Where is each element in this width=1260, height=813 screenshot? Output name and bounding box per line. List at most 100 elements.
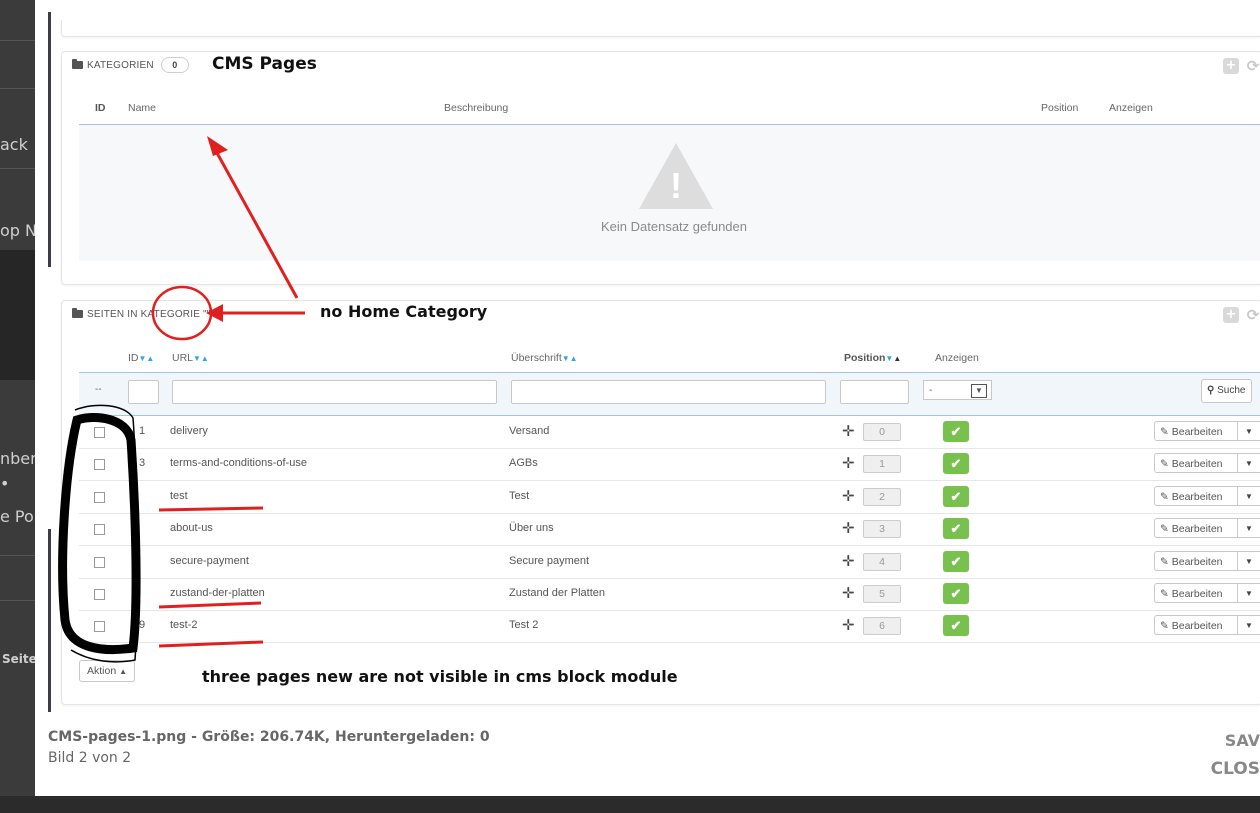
row-heading: Test [509,489,530,502]
categories-panel-header: KATEGORIEN 0 [72,52,189,78]
table-row[interactable]: about-us Über uns ✛ 3 ✔ ✎ Bearbeiten ▼ [79,513,1260,547]
edit-button[interactable]: ✎ Bearbeiten [1154,453,1238,474]
bulk-action-button[interactable]: Aktion ▲ [79,660,136,682]
drag-move-icon[interactable]: ✛ [842,552,855,570]
bg-divider [0,600,36,601]
add-icon[interactable]: + [1223,58,1239,74]
drag-move-icon[interactable]: ✛ [842,584,855,602]
table-row[interactable]: 3 terms-and-conditions-of-use AGBs ✛ 1 ✔ ✎ Bea… [79,448,1260,482]
row-id: 1 [139,425,146,437]
status-enabled-check-icon[interactable]: ✔ [943,583,969,604]
table-row[interactable]: secure-payment Secure payment ✛ 4 ✔ ✎ Bearbei… [79,546,1260,579]
drag-move-icon[interactable]: ✛ [842,422,855,440]
table-row[interactable]: 1 delivery Versand ✛ 0 ✔ ✎ Bearbeiten ▼ [79,416,1260,449]
pages-panel-title: SEITEN IN KATEGORIE "" [87,308,211,320]
bg-divider [0,88,36,89]
pencil-icon: ✎ [1160,588,1169,600]
filter-id-input[interactable] [128,380,159,404]
status-enabled-check-icon[interactable]: ✔ [943,453,969,475]
pencil-icon: ✎ [1160,523,1169,536]
search-button[interactable]: ⚲ Suche [1201,379,1253,403]
drag-move-icon[interactable]: ✛ [842,454,855,472]
save-button[interactable]: SAV [1225,731,1260,750]
drag-move-icon[interactable]: ✛ [842,616,855,634]
column-header-display[interactable]: Anzeigen [935,352,979,364]
row-url: delivery [170,425,208,437]
filter-position-input[interactable] [840,380,909,404]
row-checkbox[interactable] [94,491,105,503]
row-heading: Versand [509,425,550,437]
row-checkbox[interactable] [94,621,105,633]
column-header-id[interactable]: ID▼▲ [128,352,154,364]
row-id: 9 [139,619,146,632]
edit-button[interactable]: ✎ Bearbeiten [1154,421,1238,441]
sort-arrows-icon: ▼▲ [138,354,155,363]
table-row[interactable]: test Test ✛ 2 ✔ ✎ Bearbeiten ▼ [79,481,1260,514]
column-header-name[interactable]: Name [128,102,156,114]
drag-move-icon[interactable]: ✛ [842,487,855,505]
row-actions-dropdown[interactable]: ▼ [1237,485,1260,506]
row-url: secure-payment [170,554,249,567]
status-enabled-check-icon[interactable]: ✔ [943,421,969,442]
column-header-id[interactable]: ID [95,102,106,114]
status-enabled-check-icon[interactable]: ✔ [943,485,969,507]
bg-dark-panel [0,250,36,380]
pencil-icon: ✎ [1160,458,1169,471]
row-actions-dropdown[interactable]: ▼ [1237,550,1260,571]
row-checkbox[interactable] [94,556,105,568]
pages-panel-header: SEITEN IN KATEGORIE "" [72,301,211,327]
row-checkbox[interactable] [94,524,105,536]
table-row[interactable]: zustand-der-platten Zustand der Platten ✛ 5… [79,578,1260,611]
status-enabled-check-icon[interactable]: ✔ [943,615,969,637]
row-checkbox[interactable] [94,589,105,600]
refresh-icon[interactable]: ⟳ [1245,58,1260,74]
pages-panel-tools: + ⟳ [1223,307,1260,323]
bg-divider [0,40,36,41]
annotation-no-home-category: no Home Category [320,302,488,321]
search-icon: ⚲ [1207,385,1215,396]
column-header-url[interactable]: URL▼▲ [172,352,209,364]
filter-display-select[interactable]: - ▼ [923,380,992,400]
table-row[interactable]: 9 test-2 Test 2 ✛ 6 ✔ ✎ Bearbeiten ▼ [79,610,1260,644]
add-icon[interactable]: + [1223,307,1239,323]
edit-button[interactable]: ✎ Bearbeiten [1154,583,1238,603]
edit-button[interactable]: ✎ Bearbeiten [1154,485,1238,506]
filter-url-input[interactable] [172,380,497,404]
status-enabled-check-icon[interactable]: ✔ [943,550,969,572]
row-actions-dropdown[interactable]: ▼ [1237,615,1260,636]
empty-state: ! Kein Datensatz gefunden [79,124,1260,261]
annotation-pages-not-visible: three pages new are not visible in cms b… [202,667,678,686]
edit-button[interactable]: ✎ Bearbeiten [1154,550,1238,571]
folder-icon [72,59,83,69]
status-enabled-check-icon[interactable]: ✔ [943,518,969,540]
row-actions-dropdown[interactable]: ▼ [1237,583,1260,603]
row-heading: AGBs [509,457,538,470]
column-header-heading[interactable]: Überschrift▼▲ [511,352,578,364]
row-checkbox[interactable] [94,427,105,438]
edit-button[interactable]: ✎ Bearbeiten [1154,615,1238,636]
row-checkbox[interactable] [94,459,105,471]
warning-exclamation: ! [670,165,682,206]
row-position: 3 [863,520,901,539]
screenshot-edge-bar [48,529,51,712]
column-header-position[interactable]: Position [1041,102,1078,114]
row-actions-dropdown[interactable]: ▼ [1237,518,1260,539]
row-actions-dropdown[interactable]: ▼ [1237,453,1260,474]
sort-asc-active-icon: ▲ [893,354,902,363]
image-counter: Bild 2 von 2 [48,750,132,766]
row-position: 0 [863,423,901,441]
column-header-display[interactable]: Anzeigen [1109,102,1153,114]
refresh-icon[interactable]: ⟳ [1245,307,1260,323]
chevron-down-icon: ▼ [971,384,987,398]
row-url: about-us [170,522,213,535]
filter-heading-input[interactable] [511,380,826,404]
column-header-description[interactable]: Beschreibung [444,102,508,114]
edit-button[interactable]: ✎ Bearbeiten [1154,518,1238,539]
caret-up-icon: ▲ [119,667,128,676]
attached-screenshot: KATEGORIEN 0 + ⟳ ID Name Beschreibung Po… [48,12,1260,712]
column-header-position[interactable]: Position▼▲ [844,352,901,364]
row-actions-dropdown[interactable]: ▼ [1237,421,1260,441]
drag-move-icon[interactable]: ✛ [842,519,855,537]
pencil-icon: ✎ [1160,490,1169,503]
close-button[interactable]: CLOS [1211,759,1260,779]
